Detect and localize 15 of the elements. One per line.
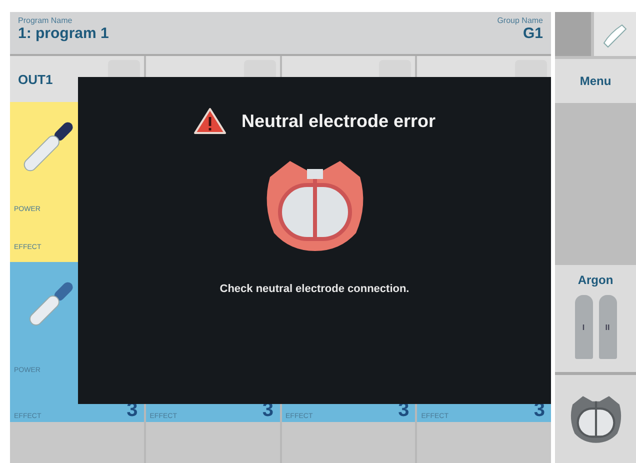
group-name: G1 — [522, 25, 543, 42]
side-panel — [555, 12, 591, 56]
menu-button[interactable]: Menu — [555, 59, 636, 103]
dialog-title: Neutral electrode error — [241, 110, 436, 132]
gas-bottle[interactable]: I — [574, 295, 592, 359]
gas-bottle[interactable]: II — [598, 295, 616, 359]
dialog-message: Check neutral electrode connection. — [220, 283, 410, 295]
group-name-label: Group Name — [497, 16, 543, 25]
argon-title: Argon — [578, 273, 614, 287]
output-tab[interactable]: OUT1 — [18, 72, 53, 86]
warning-icon — [193, 107, 228, 135]
argon-panel[interactable]: Argon I II — [555, 265, 636, 375]
neutral-electrode-button[interactable] — [555, 375, 636, 463]
program-name: 1: program 1 — [18, 25, 109, 42]
program-name-label: Program Name — [18, 16, 74, 25]
